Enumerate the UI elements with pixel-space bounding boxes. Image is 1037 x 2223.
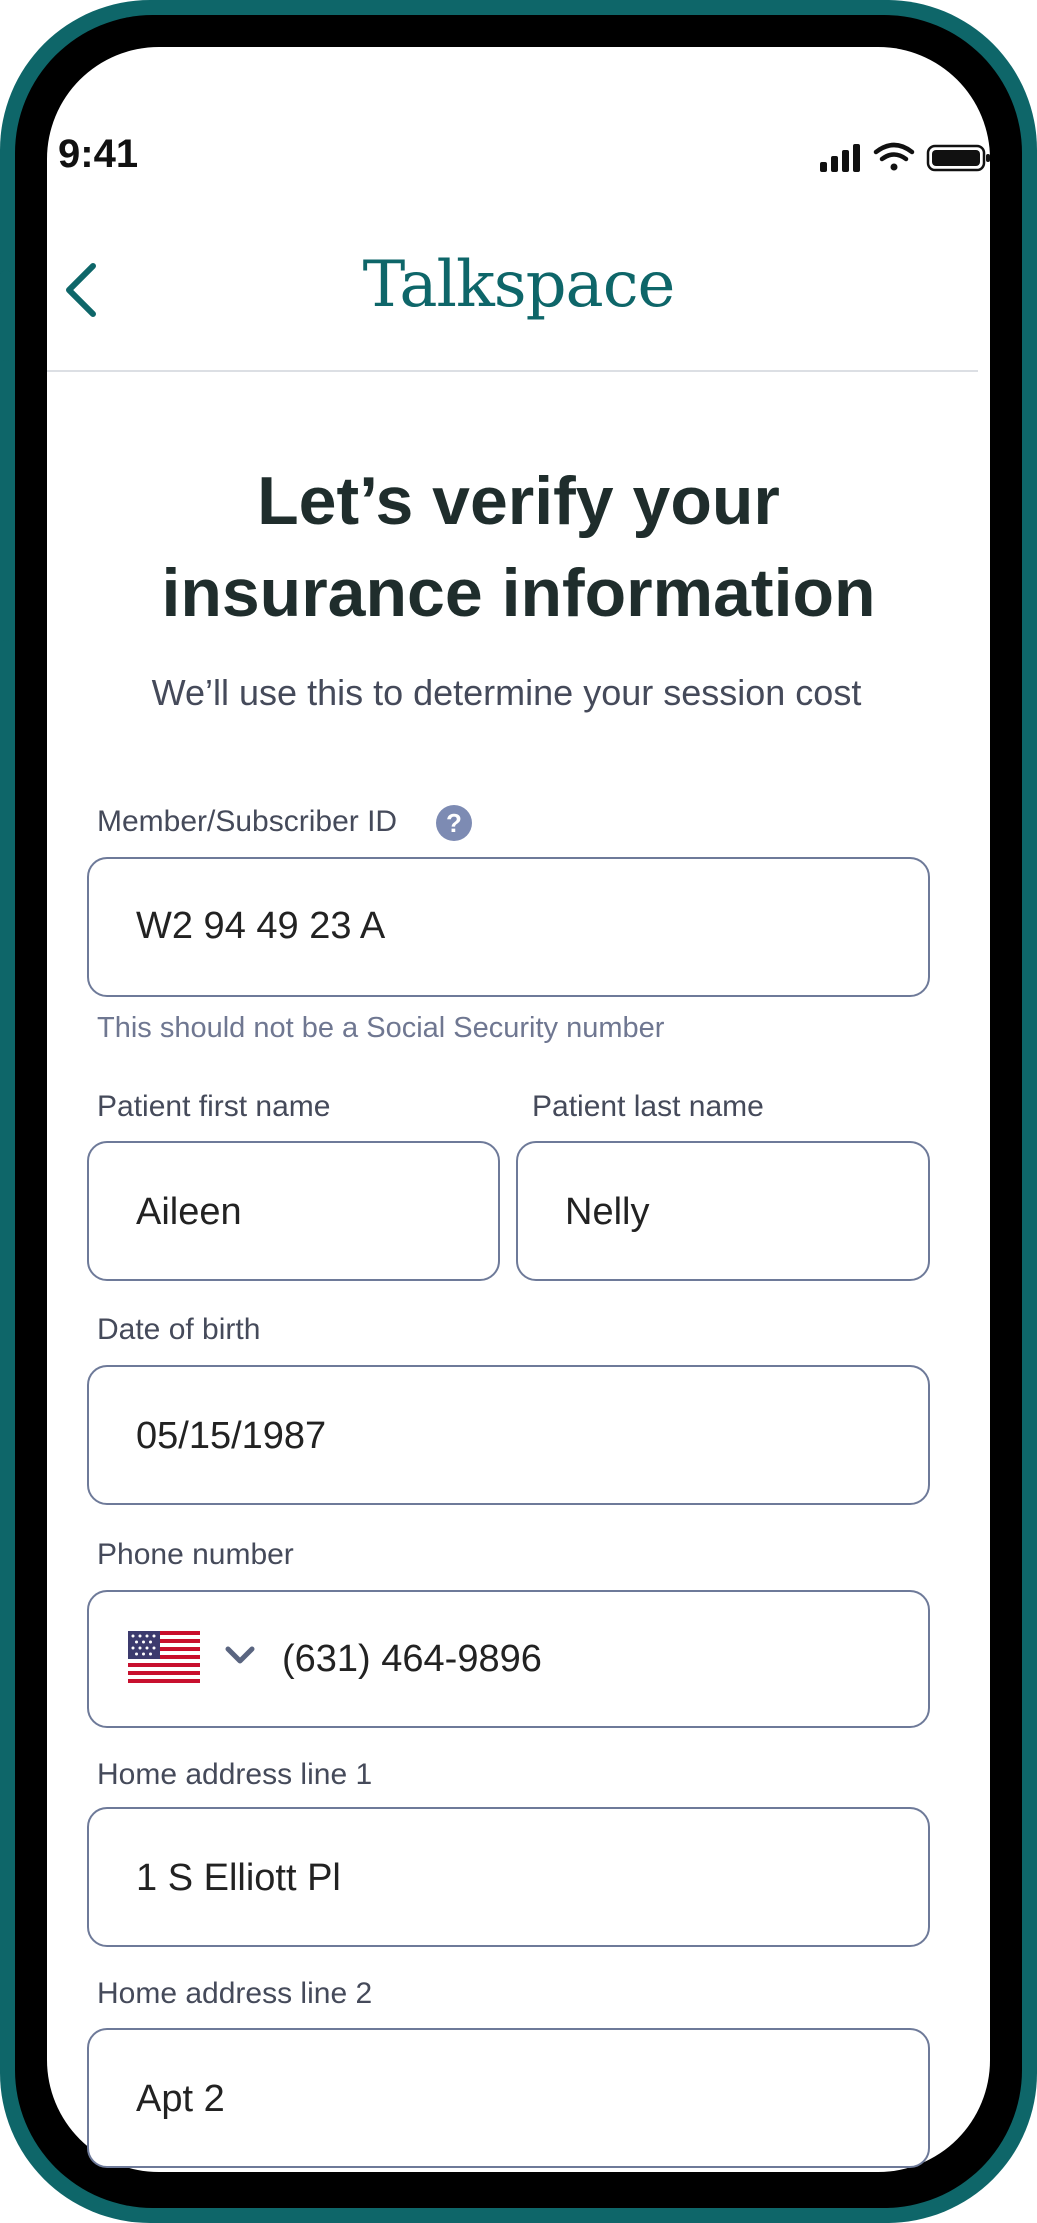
- member-id-field[interactable]: W2 94 49 23 A: [87, 857, 930, 997]
- address1-label: Home address line 1: [97, 1758, 373, 1791]
- page-subtitle: We’ll use this to determine your session…: [151, 672, 862, 713]
- device-side-button: [0, 640, 12, 840]
- dob-value: 05/15/1987: [136, 1415, 327, 1457]
- status-icons: [820, 142, 990, 172]
- address1-value: 1 S Elliott Pl: [136, 1857, 341, 1899]
- phone-label: Phone number: [97, 1538, 294, 1571]
- phone-value: (631) 464-9896: [282, 1638, 542, 1680]
- dob-label: Date of birth: [97, 1313, 261, 1346]
- member-id-value: W2 94 49 23 A: [136, 905, 386, 947]
- first-name-label: Patient first name: [97, 1090, 331, 1123]
- us-flag-icon[interactable]: [128, 1631, 200, 1683]
- talkspace-logo: Talkspace: [362, 248, 676, 322]
- member-id-label: Member/Subscriber ID: [97, 805, 398, 838]
- battery-icon: [926, 144, 990, 172]
- first-name-value: Aileen: [136, 1191, 242, 1233]
- phone-field[interactable]: (631) 464-9896: [87, 1590, 930, 1728]
- help-icon[interactable]: ?: [436, 805, 472, 841]
- last-name-label: Patient last name: [532, 1090, 764, 1123]
- address2-field[interactable]: Apt 2: [87, 2028, 930, 2168]
- wifi-icon: [873, 142, 915, 171]
- address1-field[interactable]: 1 S Elliott Pl: [87, 1807, 930, 1947]
- status-time: 9:41: [58, 132, 139, 176]
- last-name-value: Nelly: [565, 1191, 650, 1233]
- chevron-down-icon[interactable]: [224, 1644, 256, 1666]
- dob-field[interactable]: 05/15/1987: [87, 1365, 930, 1505]
- title-line-2: insurance information: [161, 555, 876, 631]
- title-line-1: Let’s verify your: [257, 463, 780, 539]
- page-title: Let’s verify your insurance information: [0, 455, 1037, 639]
- address2-label: Home address line 2: [97, 1977, 373, 2010]
- first-name-field[interactable]: Aileen: [87, 1141, 500, 1281]
- address2-value: Apt 2: [136, 2078, 225, 2120]
- member-id-hint: This should not be a Social Security num…: [97, 1012, 665, 1044]
- signal-icon: [820, 144, 860, 172]
- last-name-field[interactable]: Nelly: [516, 1141, 930, 1281]
